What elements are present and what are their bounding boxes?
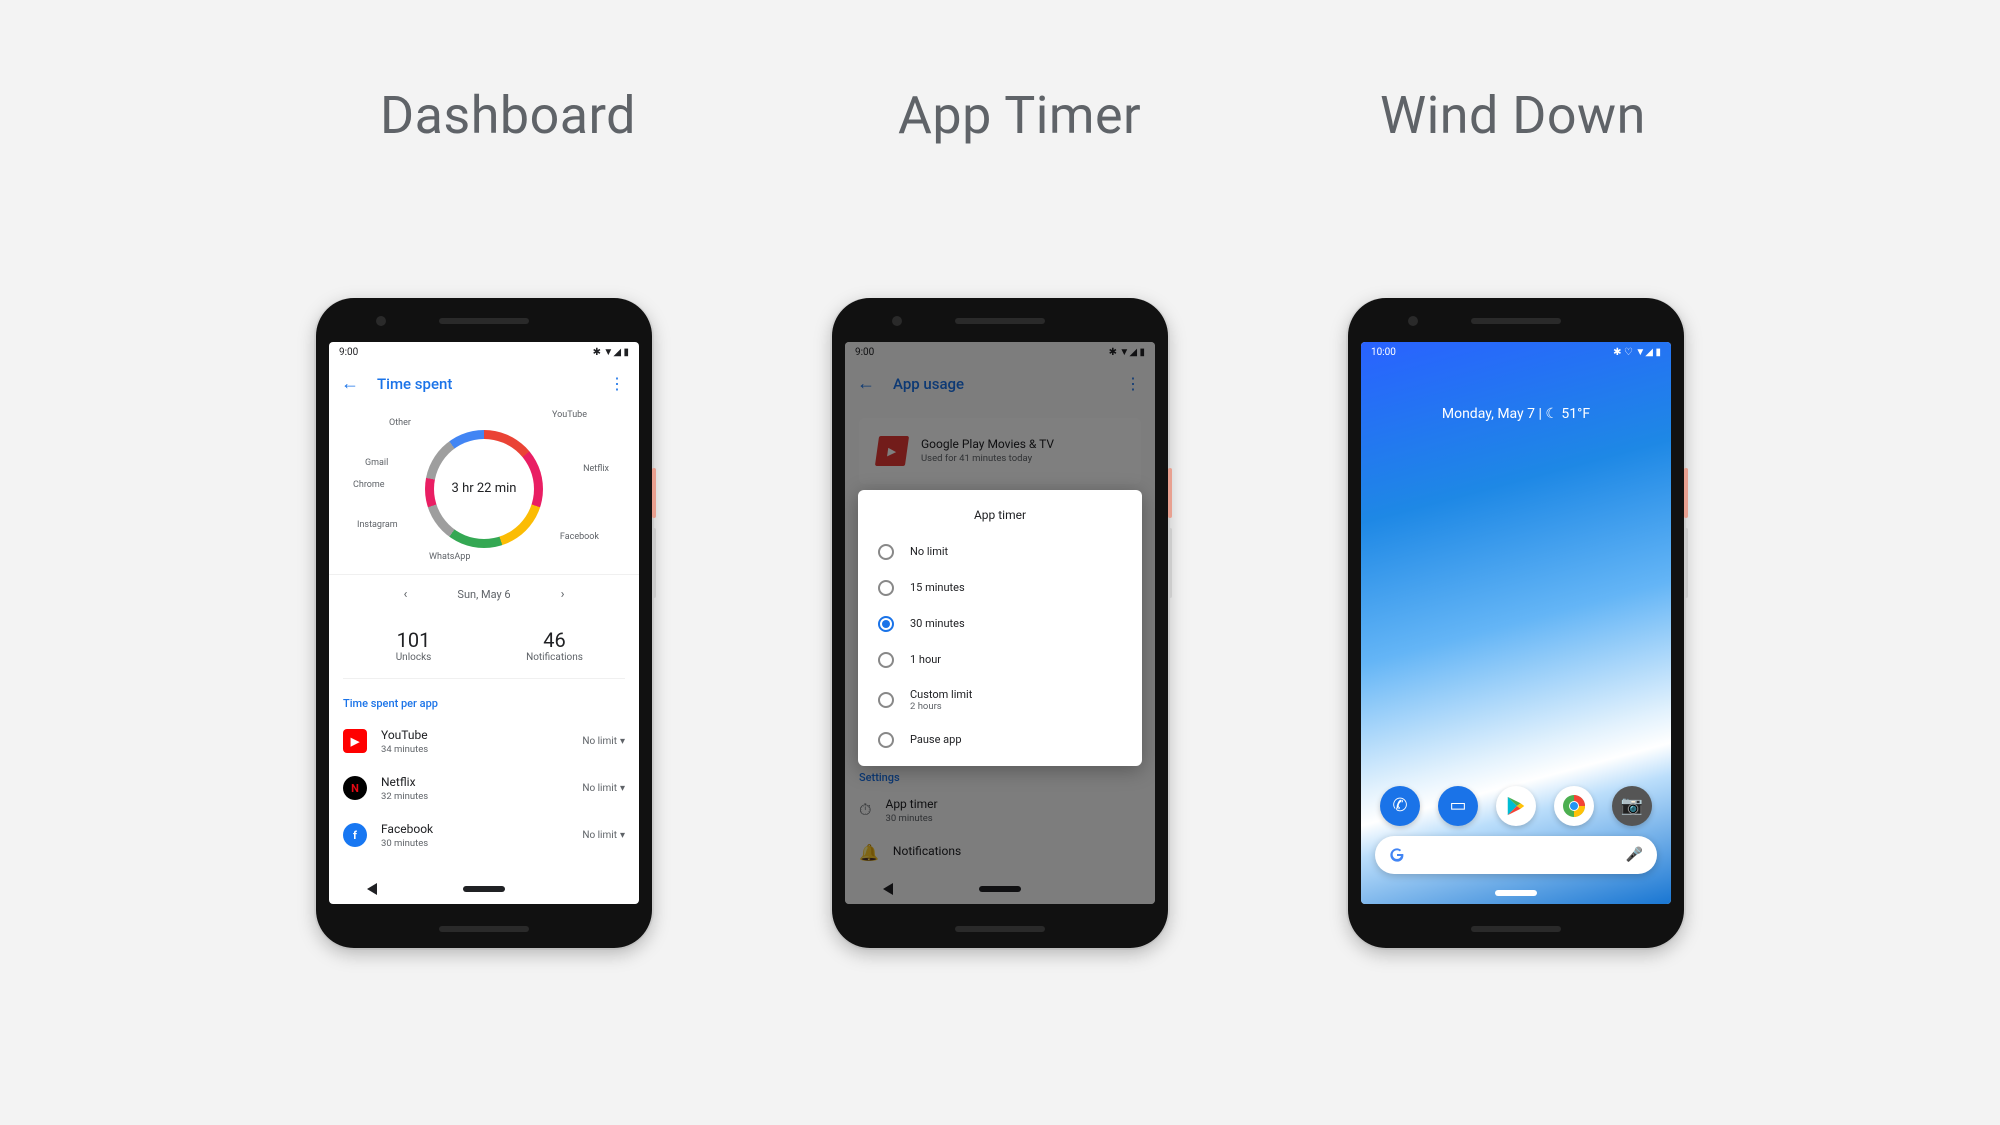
camera-icon[interactable]: 📷 <box>1612 786 1652 826</box>
option-1-hour[interactable]: 1 hour <box>858 642 1142 678</box>
stat-unlocks: 101 Unlocks <box>343 614 484 678</box>
limit-dropdown[interactable]: No limit ▾ <box>582 736 625 747</box>
stat-notifications: 46 Notifications <box>484 614 625 678</box>
messages-icon[interactable]: ▭ <box>1438 786 1478 826</box>
nav-back-icon[interactable] <box>367 883 377 895</box>
nav-home-pill[interactable] <box>463 886 505 892</box>
date-label: Sun, May 6 <box>457 588 510 601</box>
app-row-facebook[interactable]: f Facebook30 minutes No limit ▾ <box>329 812 639 859</box>
radio-icon <box>878 580 894 596</box>
option-15-min[interactable]: 15 minutes <box>858 570 1142 606</box>
heading-winddown: Wind Down <box>1380 85 1646 146</box>
date-weather[interactable]: Monday, May 7 | ☾ 51°F <box>1361 406 1671 422</box>
label-chrome: Chrome <box>353 480 385 490</box>
app-timer-modal: App timer No limit 15 minutes 30 minutes… <box>858 490 1142 766</box>
phone-dashboard: 9:00 ✱ ▼◢ ▮ ← Time spent ⋮ 3 hr 22 min Y… <box>316 298 652 948</box>
next-day-icon[interactable]: › <box>561 587 565 602</box>
date-nav: ‹ Sun, May 6 › <box>329 574 639 614</box>
more-icon[interactable]: ⋮ <box>609 374 625 393</box>
chrome-icon[interactable] <box>1554 786 1594 826</box>
status-bar: 10:00 ✱ ♡ ▼◢ ▮ <box>1361 342 1671 364</box>
status-time: 9:00 <box>339 347 358 358</box>
donut-total: 3 hr 22 min <box>434 439 534 539</box>
phone-apptimer: 9:00 ✱ ▼◢ ▮ ← App usage ⋮ ▶ Google Play … <box>832 298 1168 948</box>
status-icons: ✱ ▼◢ ▮ <box>593 347 629 358</box>
prev-day-icon[interactable]: ‹ <box>404 587 408 602</box>
limit-dropdown[interactable]: No limit ▾ <box>582 830 625 841</box>
netflix-icon: N <box>343 776 367 800</box>
limit-dropdown[interactable]: No limit ▾ <box>582 783 625 794</box>
label-facebook: Facebook <box>560 532 599 542</box>
nav-home-pill[interactable] <box>1495 890 1537 896</box>
google-icon <box>1389 847 1405 863</box>
app-bar: ← Time spent ⋮ <box>329 364 639 404</box>
page-title: Time spent <box>377 375 452 393</box>
radio-icon <box>878 544 894 560</box>
radio-icon <box>878 692 894 708</box>
donut-chart: 3 hr 22 min YouTube Netflix Facebook Wha… <box>329 404 639 574</box>
phone-winddown: 10:00 ✱ ♡ ▼◢ ▮ Monday, May 7 | ☾ 51°F ✆ … <box>1348 298 1684 948</box>
option-custom[interactable]: Custom limit2 hours <box>858 678 1142 722</box>
heading-apptimer: App Timer <box>898 85 1141 146</box>
section-header: Time spent per app <box>329 679 639 718</box>
label-netflix: Netflix <box>583 464 609 474</box>
option-no-limit[interactable]: No limit <box>858 534 1142 570</box>
youtube-icon: ▶ <box>343 729 367 753</box>
label-other: Other <box>389 418 411 428</box>
nav-bar <box>329 874 639 904</box>
mic-icon[interactable]: 🎤 <box>1626 847 1643 863</box>
label-youtube: YouTube <box>552 410 587 420</box>
status-time: 10:00 <box>1371 347 1396 358</box>
option-30-min[interactable]: 30 minutes <box>858 606 1142 642</box>
radio-icon <box>878 732 894 748</box>
play-store-icon[interactable] <box>1496 786 1536 826</box>
option-pause[interactable]: Pause app <box>858 722 1142 758</box>
search-bar[interactable]: 🎤 <box>1375 836 1657 874</box>
app-row-netflix[interactable]: N Netflix32 minutes No limit ▾ <box>329 765 639 812</box>
app-row-youtube[interactable]: ▶ YouTube34 minutes No limit ▾ <box>329 718 639 765</box>
phone-icon[interactable]: ✆ <box>1380 786 1420 826</box>
facebook-icon: f <box>343 823 367 847</box>
status-bar: 9:00 ✱ ▼◢ ▮ <box>329 342 639 364</box>
radio-icon <box>878 616 894 632</box>
label-whatsapp: WhatsApp <box>429 552 470 562</box>
dock: ✆ ▭ 📷 <box>1361 786 1671 826</box>
heading-dashboard: Dashboard <box>380 85 636 146</box>
radio-icon <box>878 652 894 668</box>
modal-title: App timer <box>858 508 1142 522</box>
label-instagram: Instagram <box>357 520 398 530</box>
back-icon[interactable]: ← <box>341 373 359 394</box>
label-gmail: Gmail <box>365 458 388 468</box>
